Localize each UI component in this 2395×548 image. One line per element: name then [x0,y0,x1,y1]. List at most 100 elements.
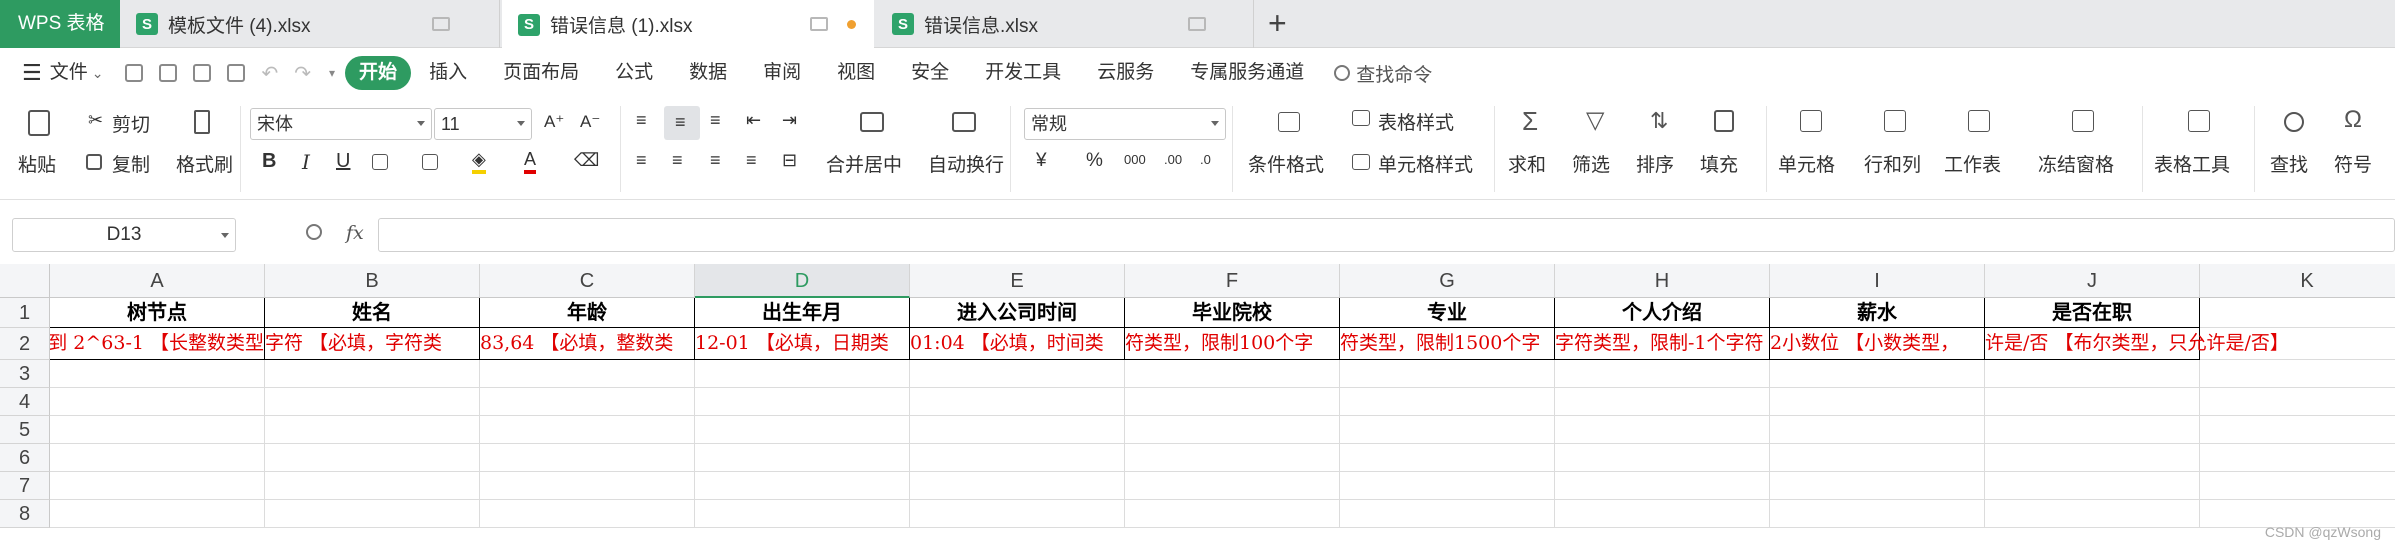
tab-error-info[interactable]: S 错误信息.xlsx [876,0,1254,48]
cell-a3[interactable] [50,360,265,388]
menu-review[interactable]: 审阅 [745,56,819,90]
cell-f5[interactable] [1125,416,1340,444]
sort-button[interactable]: 排序 [1636,150,1674,177]
column-header-a[interactable]: A [50,264,265,298]
print-icon[interactable] [193,64,212,82]
column-header-e[interactable]: E [910,264,1125,298]
cell-f7[interactable] [1125,472,1340,500]
paste-icon[interactable] [28,110,50,136]
cell-d7[interactable] [695,472,910,500]
cell-style-icon[interactable] [1352,154,1370,170]
name-box[interactable]: D13 [12,218,236,252]
cell-g3[interactable] [1340,360,1555,388]
cell-c6[interactable] [480,444,695,472]
select-all-corner[interactable] [0,264,50,298]
cell-c7[interactable] [480,472,695,500]
clear-format-icon[interactable]: ⌫ [574,150,599,171]
column-header-f[interactable]: F [1125,264,1340,298]
worksheet-button[interactable]: 工作表 [1944,150,2001,177]
decrease-decimal-icon[interactable]: .0 [1200,152,1211,167]
increase-font-icon[interactable]: A⁺ [544,112,564,132]
shading-icon[interactable] [422,154,438,170]
cell-d6[interactable] [695,444,910,472]
row-header-6[interactable]: 6 [0,444,50,472]
wrap-text-icon[interactable] [952,112,976,132]
cell-k1[interactable] [2200,298,2395,328]
cell-i1[interactable]: 薪水 [1770,298,1985,328]
cell-a7[interactable] [50,472,265,500]
border-icon[interactable] [372,154,388,170]
cell-a2[interactable]: 到 2^63-1 【长整数类型 [50,328,265,360]
conditional-format-button[interactable]: 条件格式 [1248,150,1324,177]
column-header-c[interactable]: C [480,264,695,298]
undo-icon[interactable]: ↶ [261,61,278,86]
cell-j2[interactable]: 许是/否 【布尔类型，只允许是/否】 [1985,328,2289,360]
cell-k3[interactable] [2200,360,2395,388]
cell-c4[interactable] [480,388,695,416]
copy-icon[interactable] [86,154,102,170]
align-left-icon[interactable]: ≡ [636,150,647,171]
command-search[interactable]: 查找命令 [1334,60,1432,87]
formula-input[interactable] [378,218,2395,252]
cell-h6[interactable] [1555,444,1770,472]
hamburger-icon[interactable]: ☰ [22,60,42,86]
cell-c8[interactable] [480,500,695,528]
cell-d1[interactable]: 出生年月 [695,298,910,328]
format-painter-icon[interactable] [194,110,210,134]
copy-button[interactable]: 复制 [112,150,150,177]
underline-icon[interactable]: U [336,150,350,173]
cell-a1[interactable]: 树节点 [50,298,265,328]
zoom-icon[interactable] [306,224,322,240]
new-tab-plus-icon[interactable]: + [1268,6,1287,40]
cell-j7[interactable] [1985,472,2200,500]
menu-view[interactable]: 视图 [819,56,893,90]
find-button[interactable]: 查找 [2270,150,2308,177]
menu-cloud[interactable]: 云服务 [1079,56,1172,90]
merge-center-icon[interactable] [860,112,884,132]
tab-template-file[interactable]: S 模板文件 (4).xlsx [120,0,500,48]
cell-g6[interactable] [1340,444,1555,472]
scissors-icon[interactable]: ✂ [88,110,103,131]
menu-insert[interactable]: 插入 [411,56,485,90]
fill-color-icon[interactable]: ◈ [472,148,486,174]
cell-a4[interactable] [50,388,265,416]
sort-icon[interactable]: ⇅ [1650,108,1668,134]
tab-error-info-1[interactable]: S 错误信息 (1).xlsx [502,0,874,49]
cell-e7[interactable] [910,472,1125,500]
conditional-format-icon[interactable] [1278,112,1300,132]
cell-h7[interactable] [1555,472,1770,500]
cell-d2[interactable]: 12-01 【必填，日期类 [695,328,910,360]
align-bottom-icon[interactable]: ≡ [710,110,721,131]
outdent-icon[interactable]: ⇤ [746,110,761,131]
cell-i2[interactable]: 2小数位 【小数类型， [1770,328,1985,360]
cell-a8[interactable] [50,500,265,528]
cell-i3[interactable] [1770,360,1985,388]
cell-d3[interactable] [695,360,910,388]
filter-icon[interactable]: ▽ [1586,106,1604,135]
wps-home-tab[interactable]: WPS 表格 [0,0,120,48]
symbol-icon[interactable]: Ω [2344,106,2362,134]
menu-security[interactable]: 安全 [893,56,967,90]
cell-g7[interactable] [1340,472,1555,500]
cell-i8[interactable] [1770,500,1985,528]
column-header-h[interactable]: H [1555,264,1770,298]
menu-page-layout[interactable]: 页面布局 [485,56,597,90]
table-style-icon[interactable] [1352,110,1370,126]
fill-button[interactable]: 填充 [1700,150,1738,177]
cell-b6[interactable] [265,444,480,472]
italic-icon[interactable]: I [302,150,310,174]
cell-c3[interactable] [480,360,695,388]
align-top-icon[interactable]: ≡ [636,110,647,131]
increase-decimal-icon[interactable]: .00 [1164,152,1182,167]
bold-icon[interactable]: B [262,150,276,173]
cell-h1[interactable]: 个人介绍 [1555,298,1770,328]
cell-b8[interactable] [265,500,480,528]
cell-j1[interactable]: 是否在职 [1985,298,2200,328]
cell-style-button[interactable]: 单元格样式 [1378,150,1473,177]
fill-icon[interactable] [1714,110,1734,132]
cell-a5[interactable] [50,416,265,444]
row-header-7[interactable]: 7 [0,472,50,500]
cell-b7[interactable] [265,472,480,500]
cell-e2[interactable]: 01:04 【必填，时间类 [910,328,1125,360]
cell-e8[interactable] [910,500,1125,528]
